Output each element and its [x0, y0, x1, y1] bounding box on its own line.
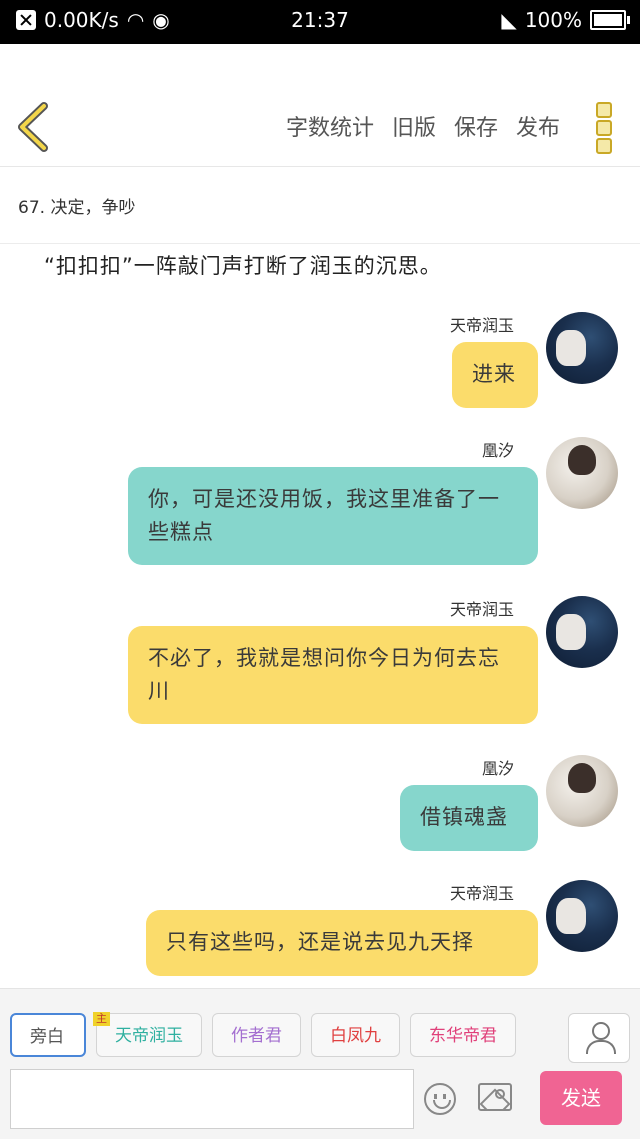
word-count-button[interactable]: 字数统计	[286, 110, 374, 142]
message-input[interactable]	[10, 1069, 414, 1129]
battery-percent: 100%	[524, 8, 582, 32]
status-bar: 0.00K/s ◠ ◉ 21:37 ◣ 100%	[0, 0, 640, 44]
message-bubble[interactable]: 只有这些吗，还是说去见九天择	[146, 910, 538, 976]
chapter-header: 67. 决定，争吵	[0, 167, 640, 244]
status-right: ◣ 100%	[501, 8, 630, 32]
send-button[interactable]: 发送	[540, 1071, 622, 1125]
narration-text: “扣扣扣”一阵敲门声打断了润玉的沉思。	[44, 254, 442, 278]
mute-icon: ◣	[501, 8, 517, 32]
role-chip-tiandi-runyu[interactable]: 主 天帝润玉	[93, 1012, 202, 1057]
message-bubble[interactable]: 不必了，我就是想问你今日为何去忘川	[128, 626, 538, 724]
role-chip-author[interactable]: 作者君	[212, 1013, 301, 1057]
speaker-name: 凰汐	[481, 759, 514, 778]
avatar[interactable]	[546, 312, 618, 384]
role-chip-bai-fengjiu[interactable]: 白凤九	[311, 1013, 400, 1057]
speaker-name: 凰汐	[481, 441, 514, 460]
image-icon[interactable]	[478, 1083, 512, 1111]
message-bubble[interactable]: 你，可是还没用饭，我这里准备了一些糕点	[128, 467, 538, 565]
toolbar: 字数统计 旧版 保存 发布	[286, 110, 560, 142]
avatar[interactable]	[546, 596, 618, 668]
save-button[interactable]: 保存	[454, 110, 498, 142]
chapter-title[interactable]: 67. 决定，争吵	[18, 193, 135, 218]
add-character-button[interactable]	[568, 1013, 630, 1063]
role-selector: 旁白 主 天帝润玉 作者君 白凤九 东华帝君	[10, 1012, 516, 1057]
composer-panel: 旁白 主 天帝润玉 作者君 白凤九 东华帝君 发送	[0, 988, 640, 1139]
chat-message: 凰汐 借镇魂盏	[0, 755, 618, 865]
speaker-name: 天帝润玉	[449, 316, 514, 335]
emoji-icon[interactable]	[424, 1083, 456, 1115]
more-menu-icon[interactable]	[596, 102, 616, 154]
avatar[interactable]	[546, 880, 618, 952]
message-bubble[interactable]: 借镇魂盏	[400, 785, 538, 851]
chat-message: 天帝润玉 进来	[0, 312, 618, 422]
old-version-button[interactable]: 旧版	[392, 110, 436, 142]
role-chip-label: 东华帝君	[429, 1026, 497, 1046]
speaker-name: 天帝润玉	[449, 884, 514, 903]
role-chip-narrator[interactable]: 旁白	[10, 1013, 86, 1057]
battery-icon	[590, 10, 630, 30]
chat-message: 凰汐 你，可是还没用饭，我这里准备了一些糕点	[0, 437, 618, 577]
back-chevron-icon[interactable]	[14, 102, 54, 152]
avatar[interactable]	[546, 755, 618, 827]
chat-message: 天帝润玉 不必了，我就是想问你今日为何去忘川	[0, 596, 618, 736]
chat-message: 天帝润玉 只有这些吗，还是说去见九天择	[0, 880, 618, 990]
message-bubble[interactable]: 进来	[452, 342, 538, 408]
role-chip-label: 旁白	[30, 1027, 64, 1047]
avatar[interactable]	[546, 437, 618, 509]
publish-button[interactable]: 发布	[516, 110, 560, 142]
role-chip-label: 白凤九	[330, 1026, 381, 1046]
speaker-name: 天帝润玉	[449, 600, 514, 619]
role-chip-donghua-dijun[interactable]: 东华帝君	[410, 1013, 516, 1057]
main-character-tag: 主	[93, 1012, 110, 1026]
user-icon	[592, 1022, 610, 1040]
role-chip-label: 天帝润玉	[115, 1026, 183, 1046]
role-chip-label: 作者君	[231, 1026, 282, 1046]
app-bar: 字数统计 旧版 保存 发布	[0, 44, 640, 167]
